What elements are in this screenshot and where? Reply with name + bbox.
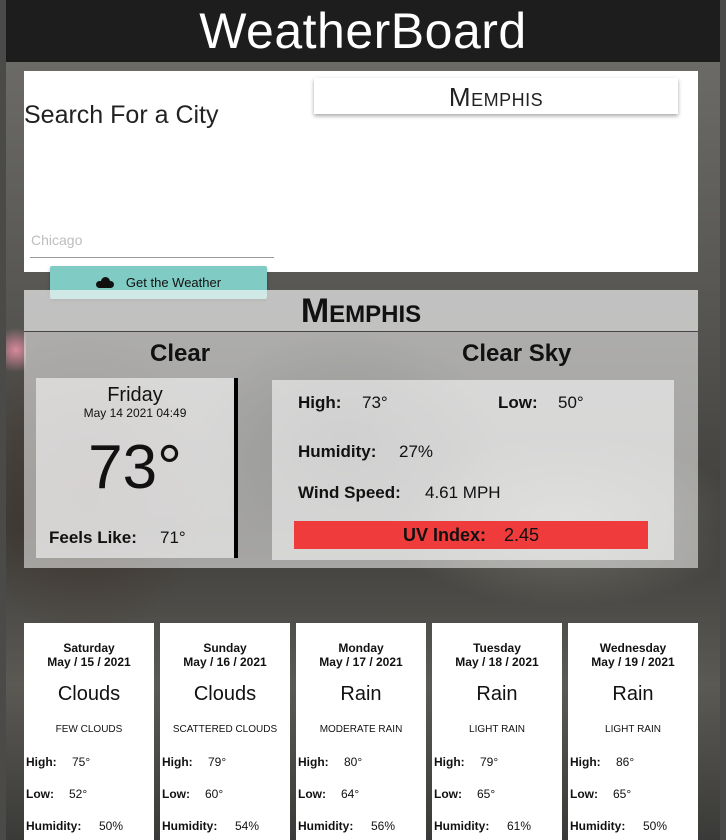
forecast-day: Saturday bbox=[63, 641, 115, 655]
current-city-name: Memphis bbox=[24, 290, 698, 332]
forecast-date: May / 18 / 2021 bbox=[455, 655, 539, 669]
forecast-high-value: 86° bbox=[616, 755, 635, 769]
forecast-humidity-value: 61% bbox=[507, 819, 532, 833]
forecast-card: Wednesday May / 19 / 2021 Rain light rai… bbox=[568, 623, 698, 840]
forecast-humidity-value: 54% bbox=[235, 819, 260, 833]
forecast-low-value: 65° bbox=[477, 787, 496, 801]
forecast-humidity-label: Humidity: bbox=[570, 819, 626, 833]
forecast-description: light rain bbox=[469, 724, 525, 735]
forecast-low-label: Low: bbox=[434, 787, 462, 801]
get-weather-label: Get the Weather bbox=[125, 275, 222, 290]
forecast-low-value: 64° bbox=[341, 787, 360, 801]
forecast-card: Saturday May / 15 / 2021 Clouds few clou… bbox=[24, 623, 154, 840]
uv-index-value: 2.45 bbox=[503, 524, 540, 545]
forecast-humidity-label: Humidity: bbox=[26, 819, 82, 833]
humidity-label: Humidity: bbox=[298, 442, 377, 461]
current-weather-panel: Memphis Clear Clear Sky Friday May 14 20… bbox=[24, 290, 698, 568]
forecast-humidity-value: 56% bbox=[371, 819, 396, 833]
current-description: Clear Sky bbox=[462, 340, 572, 367]
current-condition: Clear bbox=[150, 340, 211, 367]
low-label: Low: bbox=[498, 393, 538, 412]
forecast-high-value: 79° bbox=[208, 755, 227, 769]
forecast-condition: Rain bbox=[476, 683, 518, 705]
current-day: Friday bbox=[107, 384, 163, 406]
uv-index-label: UV Index: bbox=[402, 524, 486, 545]
high-label: High: bbox=[298, 393, 342, 412]
forecast-description: light rain bbox=[605, 724, 661, 735]
forecast-low-value: 60° bbox=[205, 787, 224, 801]
forecast-condition: Rain bbox=[340, 683, 382, 705]
forecast-humidity-label: Humidity: bbox=[162, 819, 218, 833]
wind-speed-value: 4.61 MPH bbox=[425, 483, 501, 502]
forecast-low-label: Low: bbox=[26, 787, 54, 801]
forecast-humidity-value: 50% bbox=[643, 819, 668, 833]
forecast-low-label: Low: bbox=[570, 787, 598, 801]
uv-index-bar: UV Index: 2.45 bbox=[294, 521, 648, 549]
forecast-low-label: Low: bbox=[298, 787, 326, 801]
forecast-humidity-label: Humidity: bbox=[298, 819, 354, 833]
forecast-date: May / 16 / 2021 bbox=[183, 655, 267, 669]
forecast-humidity-value: 50% bbox=[99, 819, 124, 833]
forecast-condition: Clouds bbox=[57, 683, 121, 705]
forecast-high-label: High: bbox=[434, 755, 465, 769]
forecast-card: Tuesday May / 18 / 2021 Rain light rain … bbox=[432, 623, 562, 840]
forecast-description: moderate rain bbox=[319, 724, 403, 735]
forecast-day: Sunday bbox=[203, 641, 247, 655]
cloud-icon bbox=[95, 277, 114, 288]
humidity-value: 27% bbox=[399, 442, 434, 461]
current-date: May 14 2021 04:49 bbox=[83, 406, 187, 420]
forecast-low-value: 52° bbox=[69, 787, 88, 801]
current-temperature: 73° bbox=[88, 433, 182, 502]
search-panel: Search For a City Get the Weather Memphi… bbox=[24, 71, 698, 299]
forecast-high-label: High: bbox=[570, 755, 601, 769]
forecast-condition: Clouds bbox=[193, 683, 257, 705]
forecast-date: May / 17 / 2021 bbox=[319, 655, 403, 669]
forecast-low-value: 65° bbox=[613, 787, 632, 801]
background-flower bbox=[6, 320, 26, 380]
current-details-box: High: 73° Low: 50° Humidity: 27% Wind Sp… bbox=[272, 380, 674, 560]
app-header: WeatherBoard bbox=[6, 0, 720, 62]
forecast-row: Saturday May / 15 / 2021 Clouds few clou… bbox=[24, 623, 698, 840]
forecast-high-value: 79° bbox=[480, 755, 499, 769]
app-title: WeatherBoard bbox=[199, 3, 527, 59]
forecast-high-label: High: bbox=[298, 755, 329, 769]
forecast-description: few clouds bbox=[55, 724, 123, 735]
forecast-high-value: 80° bbox=[344, 755, 363, 769]
forecast-date: May / 19 / 2021 bbox=[591, 655, 675, 669]
high-value: 73° bbox=[362, 393, 388, 412]
forecast-card: Sunday May / 16 / 2021 Clouds scattered … bbox=[160, 623, 290, 840]
feels-like-label: Feels Like: bbox=[49, 528, 137, 547]
forecast-humidity-label: Humidity: bbox=[434, 819, 490, 833]
search-history-item[interactable]: Memphis bbox=[314, 78, 678, 114]
feels-like-value: 71° bbox=[160, 528, 186, 547]
forecast-day: Monday bbox=[338, 641, 384, 655]
forecast-description: scattered clouds bbox=[172, 724, 278, 735]
forecast-condition: Rain bbox=[612, 683, 654, 705]
forecast-day: Tuesday bbox=[473, 641, 521, 655]
forecast-day: Wednesday bbox=[599, 641, 667, 655]
search-title: Search For a City bbox=[24, 101, 219, 129]
forecast-high-value: 75° bbox=[72, 755, 91, 769]
current-date-box: Friday May 14 2021 04:49 73° Feels Like:… bbox=[36, 378, 238, 558]
forecast-date: May / 15 / 2021 bbox=[47, 655, 131, 669]
forecast-low-label: Low: bbox=[162, 787, 190, 801]
low-value: 50° bbox=[558, 393, 584, 412]
forecast-high-label: High: bbox=[162, 755, 193, 769]
forecast-high-label: High: bbox=[26, 755, 57, 769]
wind-speed-label: Wind Speed: bbox=[298, 483, 401, 502]
forecast-card: Monday May / 17 / 2021 Rain moderate rai… bbox=[296, 623, 426, 840]
city-search-input[interactable] bbox=[30, 223, 274, 258]
